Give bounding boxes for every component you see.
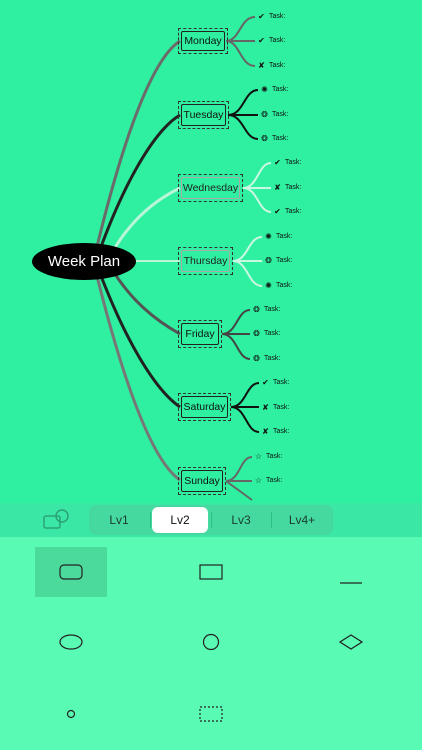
rounded-rectangle-icon	[59, 564, 83, 580]
task-item[interactable]: ✘ Task:	[272, 183, 301, 192]
gear-icon: ❂	[265, 256, 272, 265]
shape-toggle-icon[interactable]	[42, 508, 70, 530]
gear-icon: ❂	[261, 110, 268, 119]
cross-icon: ✘	[274, 183, 281, 192]
small-circle-icon	[66, 709, 76, 719]
task-item[interactable]: ✘ Task:	[260, 427, 289, 436]
diamond-icon	[339, 634, 363, 650]
day-node-thursday[interactable]: Thursday	[178, 247, 233, 275]
gear-icon: ❂	[253, 354, 260, 363]
segment-divider	[150, 512, 151, 528]
gear-icon: ❂	[253, 305, 260, 314]
check-icon: ✔	[274, 158, 281, 167]
task-item[interactable]: ☆ Task:	[253, 452, 282, 461]
day-label: Monday	[181, 31, 225, 51]
task-item[interactable]: ✔ Task:	[272, 207, 301, 216]
task-item[interactable]: ❂ Task:	[259, 134, 288, 143]
day-label: Wednesday	[181, 177, 240, 199]
task-item[interactable]: ☆ Task:	[253, 476, 282, 485]
day-label: Friday	[181, 323, 219, 345]
shape-ellipse-button[interactable]	[35, 617, 107, 667]
shape-underline-button[interactable]	[315, 552, 387, 602]
task-item[interactable]: ❂ Task:	[251, 329, 280, 338]
day-node-monday[interactable]: Monday	[178, 28, 228, 54]
task-item[interactable]: ✺ Task:	[263, 232, 292, 241]
day-node-saturday[interactable]: Saturday	[178, 393, 231, 421]
segment-divider	[271, 512, 272, 528]
cross-icon: ✘	[262, 427, 269, 436]
shape-rounded-rectangle-button[interactable]	[35, 547, 107, 597]
gear-icon: ❂	[253, 329, 260, 338]
check-icon: ✔	[258, 36, 265, 45]
underline-icon	[340, 582, 362, 584]
day-node-friday[interactable]: Friday	[178, 320, 222, 348]
ellipse-icon	[59, 634, 83, 650]
day-label: Sunday	[181, 470, 223, 492]
task-item[interactable]: ✺ Task:	[263, 281, 292, 290]
rectangle-icon	[199, 564, 223, 580]
cross-icon: ✘	[262, 403, 269, 412]
task-item[interactable]: ✔ Task:	[260, 378, 289, 387]
day-label: Tuesday	[181, 104, 226, 126]
dashed-rectangle-icon	[199, 706, 223, 722]
star-icon: ☆	[254, 476, 263, 485]
shape-rectangle-button[interactable]	[175, 547, 247, 597]
task-item[interactable]: ❂ Task:	[251, 354, 280, 363]
burst-icon: ✺	[265, 232, 272, 241]
shape-small-circle-button[interactable]	[35, 689, 107, 739]
task-item[interactable]: ❂ Task:	[259, 110, 288, 119]
check-icon: ✔	[274, 207, 281, 216]
task-item[interactable]: ✔ Task:	[272, 158, 301, 167]
gear-icon: ❂	[261, 134, 268, 143]
task-item[interactable]: ❂ Task:	[251, 305, 280, 314]
cross-icon: ✘	[258, 61, 265, 70]
shape-dashed-rectangle-button[interactable]	[175, 689, 247, 739]
day-label: Thursday	[181, 250, 230, 272]
root-node[interactable]: Week Plan	[32, 243, 136, 280]
burst-icon: ✺	[261, 85, 268, 94]
day-node-sunday[interactable]: Sunday	[178, 467, 226, 495]
day-node-wednesday[interactable]: Wednesday	[178, 174, 243, 202]
task-item[interactable]: ✘ Task:	[256, 61, 285, 70]
shape-circle-button[interactable]	[175, 617, 247, 667]
burst-icon: ✺	[265, 281, 272, 290]
day-node-tuesday[interactable]: Tuesday	[178, 101, 229, 129]
star-icon: ☆	[254, 452, 263, 461]
level-tab-lv4[interactable]: Lv4+	[274, 507, 330, 533]
shape-diamond-button[interactable]	[315, 617, 387, 667]
task-item[interactable]: ✘ Task:	[260, 403, 289, 412]
task-item[interactable]: ❂ Task:	[263, 256, 292, 265]
check-icon: ✔	[258, 12, 265, 21]
circle-icon	[202, 633, 220, 651]
level-tab-lv3[interactable]: Lv3	[213, 507, 269, 533]
task-item[interactable]: ✺ Task:	[259, 85, 288, 94]
check-icon: ✔	[262, 378, 269, 387]
task-item[interactable]: ✔ Task:	[256, 12, 285, 21]
level-tab-lv2[interactable]: Lv2	[152, 507, 208, 533]
segment-divider	[211, 512, 212, 528]
task-item[interactable]: ✔ Task:	[256, 36, 285, 45]
day-label: Saturday	[181, 396, 228, 418]
level-tab-lv1[interactable]: Lv1	[91, 507, 147, 533]
